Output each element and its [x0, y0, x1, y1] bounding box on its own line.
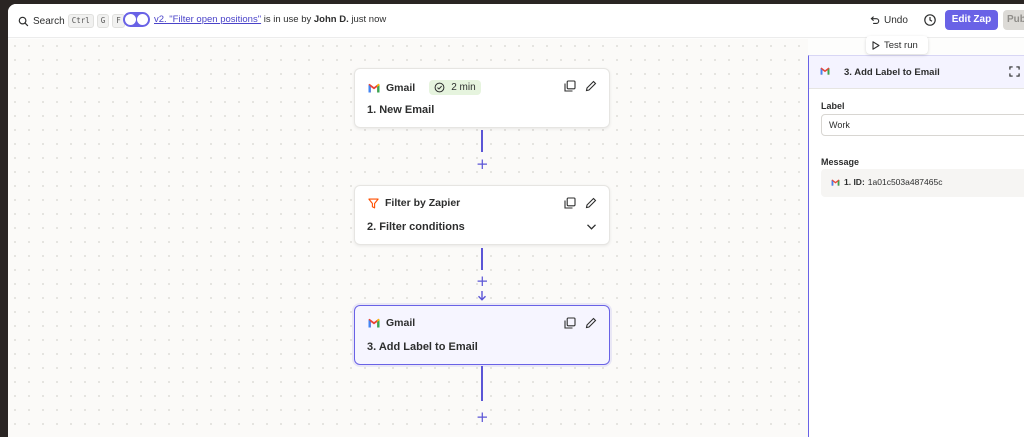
expand-icon[interactable]: [1009, 66, 1020, 77]
version-link[interactable]: v2. "Filter open positions": [154, 14, 261, 25]
arrow-down-icon: [478, 291, 486, 301]
step-app-name: Filter by Zapier: [385, 197, 461, 209]
gmail-icon: [831, 178, 840, 186]
notice-user: John D.: [313, 14, 349, 25]
notice-time: just now: [348, 14, 387, 25]
step-actions: [564, 80, 597, 92]
zap-canvas[interactable]: + + + Gmail 2 min 1. New Email Filter by…: [8, 39, 808, 437]
zap-status-toggle[interactable]: [123, 12, 150, 27]
search-icon: [18, 16, 29, 26]
shortcut-key: G: [96, 14, 110, 28]
connector-line: [481, 248, 483, 270]
message-field-heading: Message: [821, 157, 860, 167]
undo-button[interactable]: Undo: [869, 12, 908, 28]
notice-text: is in use by: [261, 14, 314, 25]
check-circle-icon: [434, 82, 445, 93]
publish-button[interactable]: Pub: [1003, 10, 1024, 30]
top-bar: Search Ctrl G F v2. "Filter open positio…: [8, 4, 1024, 38]
gmail-icon: [368, 318, 380, 328]
play-icon: [872, 40, 880, 50]
shortcut-key: Ctrl: [67, 14, 94, 28]
data-pill[interactable]: 1. ID: 1a01c503a487465c: [831, 177, 942, 187]
step-app-name: Gmail: [386, 81, 416, 94]
label-input[interactable]: Work: [821, 114, 1024, 136]
search-label: Search: [33, 15, 65, 27]
in-use-notice: v2. "Filter open positions" is in use by…: [154, 14, 386, 25]
add-step-button[interactable]: +: [476, 410, 489, 425]
add-step-button[interactable]: +: [476, 274, 489, 289]
step-title: 2. Filter conditions: [367, 221, 465, 233]
filter-icon: [368, 198, 379, 208]
step-actions: [564, 197, 597, 209]
edit-zap-button[interactable]: Edit Zap: [945, 10, 998, 30]
step-title: 3. Add Label to Email: [367, 341, 478, 353]
panel-title: 3. Add Label to Email: [844, 67, 940, 78]
gmail-icon: [820, 67, 830, 75]
step-app: Filter by Zapier: [368, 197, 460, 209]
edit-icon[interactable]: [585, 197, 597, 209]
step-card-3[interactable]: Gmail 3. Add Label to Email: [354, 305, 610, 365]
step-actions: [564, 317, 597, 329]
test-run-button[interactable]: Test run: [866, 36, 928, 54]
connector-line: [481, 366, 483, 401]
test-run-label: Test run: [884, 39, 918, 51]
message-input[interactable]: 1. ID: 1a01c503a487465c: [821, 169, 1024, 197]
step-detail-panel: 3. Add Label to Email Label Work Message…: [808, 55, 1024, 437]
duration-badge: 2 min: [429, 80, 481, 95]
add-step-button[interactable]: +: [476, 157, 489, 172]
data-pill-value: 1a01c503a487465c: [867, 177, 943, 187]
edit-icon[interactable]: [585, 317, 597, 329]
copy-icon[interactable]: [564, 197, 576, 209]
step-card-1[interactable]: Gmail 2 min 1. New Email: [354, 68, 610, 128]
connector-line: [481, 130, 483, 152]
step-card-2[interactable]: Filter by Zapier 2. Filter conditions: [354, 185, 610, 245]
chevron-down-icon[interactable]: [586, 223, 597, 231]
gmail-icon: [368, 83, 380, 92]
clock-icon: [924, 14, 936, 26]
history-button[interactable]: [922, 12, 938, 28]
undo-icon: [870, 15, 880, 24]
duration-label: 2 min: [451, 82, 476, 93]
step-app: Gmail 2 min: [368, 80, 481, 95]
search-button[interactable]: Search Ctrl G F: [18, 13, 125, 29]
panel-header: 3. Add Label to Email: [809, 56, 1024, 89]
step-app-name: Gmail: [386, 317, 416, 329]
copy-icon[interactable]: [564, 317, 576, 329]
edit-icon[interactable]: [585, 80, 597, 92]
undo-label: Undo: [884, 14, 908, 26]
app-window: Search Ctrl G F v2. "Filter open positio…: [8, 4, 1024, 437]
step-title: 1. New Email: [367, 104, 435, 116]
copy-icon[interactable]: [564, 80, 576, 92]
data-pill-prefix: 1. ID:: [844, 177, 865, 187]
step-app: Gmail: [368, 317, 415, 329]
label-field-heading: Label: [821, 101, 845, 111]
